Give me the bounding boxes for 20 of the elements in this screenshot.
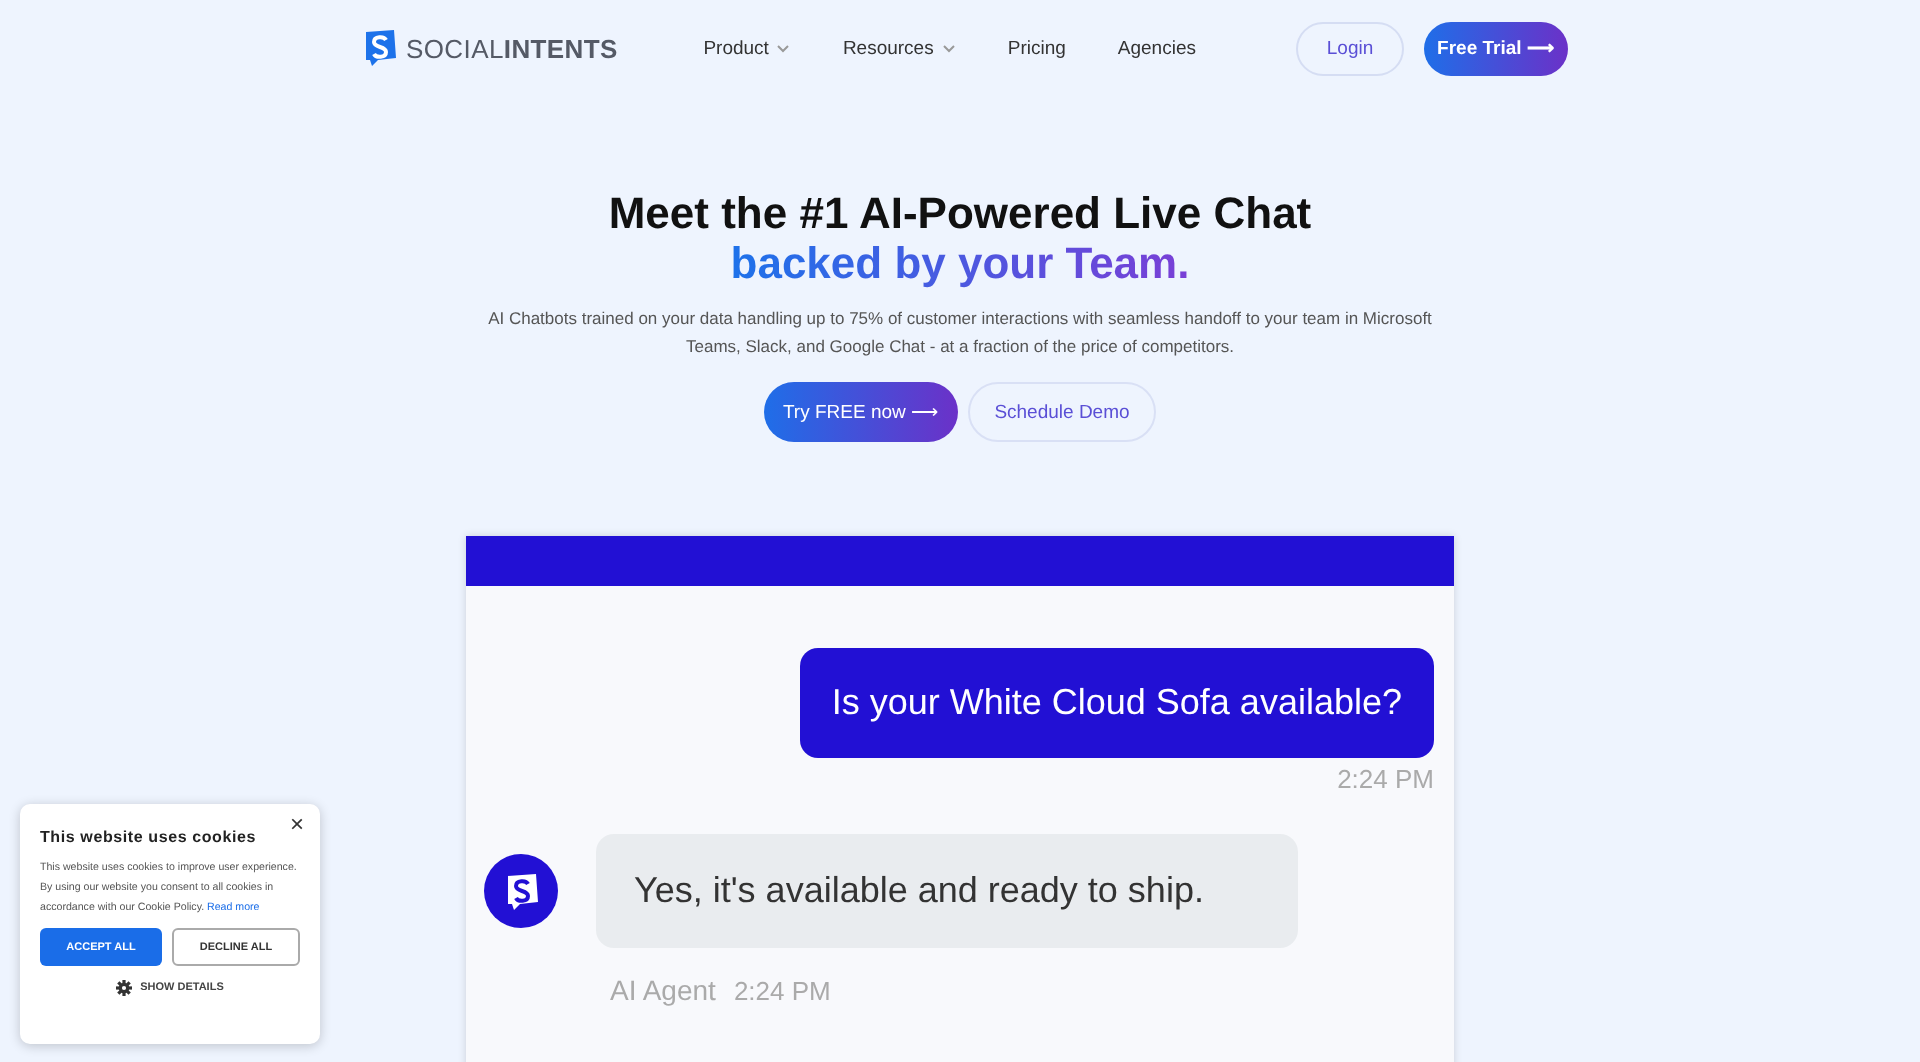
hero-description: AI Chatbots trained on your data handling up to 75% of customer interactions with seamless handoff to your team in Microsoft Teams, Slack, and Google Chat - at a fraction of the price of competitors.: [486, 306, 1434, 360]
message-time: 2:24 PM: [733, 976, 831, 1006]
user-message: Is your White Cloud Sofa available?: [799, 648, 1434, 758]
logo-text[interactable]: SOCIALINTENTS: [406, 33, 618, 63]
agent-message: Yes, it's available and ready to ship.: [596, 834, 1298, 948]
try-free-button[interactable]: Try FREE now ⟶: [764, 382, 958, 442]
nav-link[interactable]: Product: [703, 37, 791, 59]
login-button[interactable]: Login: [1296, 21, 1404, 75]
schedule-demo-button[interactable]: Schedule Demo: [968, 382, 1156, 442]
sender-name: AI Agent: [610, 974, 716, 1006]
nav-link[interactable]: Resources: [842, 37, 956, 59]
cookie-title: This website uses cookies: [40, 828, 258, 846]
free-trial-button[interactable]: Free Trial ⟶: [1424, 21, 1568, 75]
logo-icon: [360, 28, 400, 68]
hero-title: Meet the #1 AI-Powered Live Chat: [608, 188, 1312, 238]
gear-icon[interactable]: [116, 980, 133, 996]
nav-link[interactable]: Pricing: [1007, 37, 1066, 59]
message-time: 2:24 PM: [1337, 764, 1434, 794]
close-icon[interactable]: ×: [289, 810, 304, 838]
nav-link[interactable]: Agencies: [1117, 37, 1196, 59]
